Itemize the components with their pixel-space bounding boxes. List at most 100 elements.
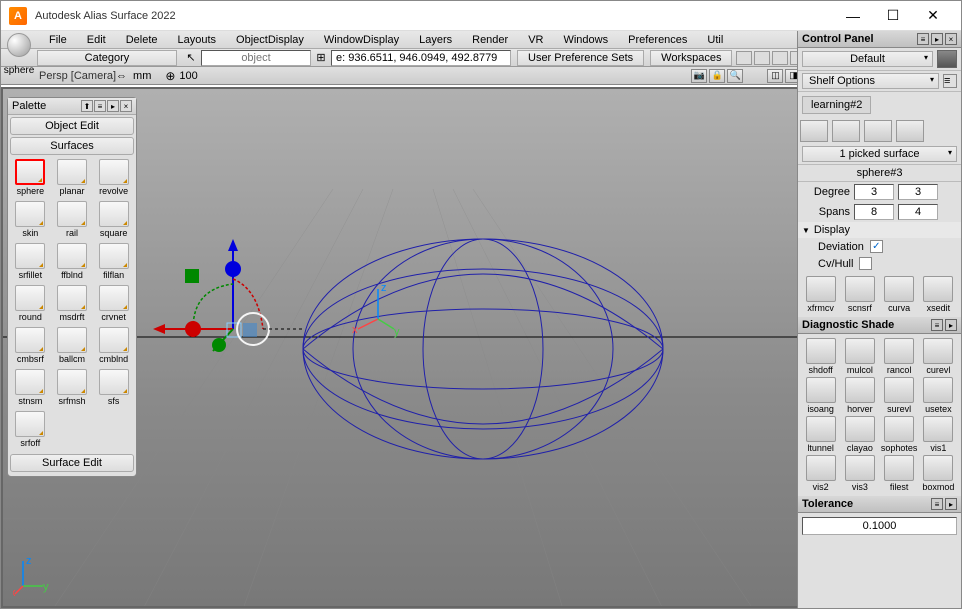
- palette-tool-ballcm[interactable]: ballcm: [52, 325, 93, 366]
- palette-tool-cmblnd[interactable]: cmblnd: [93, 325, 134, 366]
- palette-tool-rail[interactable]: rail: [52, 199, 93, 240]
- tol-expand-icon[interactable]: ▸: [945, 498, 957, 510]
- workspace-icon-2[interactable]: [754, 51, 770, 65]
- menu-objectdisplay[interactable]: ObjectDisplay: [226, 32, 314, 48]
- eval-tool-xfrmcv[interactable]: xfrmcv: [802, 276, 839, 313]
- coordinates-field[interactable]: e: 936.6511, 946.0949, 492.8779: [331, 50, 511, 66]
- shelf-icon-4[interactable]: [896, 120, 924, 142]
- maximize-button[interactable]: ☐: [873, 4, 913, 28]
- menu-vr[interactable]: VR: [518, 32, 553, 48]
- menu-render[interactable]: Render: [462, 32, 518, 48]
- palette-tool-planar[interactable]: planar: [52, 157, 93, 198]
- palette-expand-icon[interactable]: ▸: [107, 100, 119, 112]
- search-icon[interactable]: 🔍: [727, 69, 743, 83]
- palette-tool-srfoff[interactable]: srfoff: [10, 409, 51, 450]
- default-dropdown[interactable]: Default: [802, 51, 933, 67]
- palette-tool-sfs[interactable]: sfs: [93, 367, 134, 408]
- menu-layouts[interactable]: Layouts: [168, 32, 227, 48]
- menu-utilities[interactable]: Util: [697, 32, 733, 48]
- palette-close-icon[interactable]: ×: [120, 100, 132, 112]
- spans-u-field[interactable]: [854, 204, 894, 220]
- diag-tool-sophotes[interactable]: sophotes: [881, 416, 918, 453]
- palette-tool-srfmsh[interactable]: srfmsh: [52, 367, 93, 408]
- panel-opts-icon[interactable]: ≡: [917, 33, 929, 45]
- shelf-options-dropdown[interactable]: Shelf Options: [802, 73, 939, 89]
- diag-tool-surevl[interactable]: surevl: [881, 377, 918, 414]
- learning-tab[interactable]: learning#2: [802, 96, 871, 114]
- palette-tool-msdrft[interactable]: msdrft: [52, 283, 93, 324]
- workspace-icon-3[interactable]: [772, 51, 788, 65]
- diag-tool-rancol[interactable]: rancol: [881, 338, 918, 375]
- workspace-icon-1[interactable]: [736, 51, 752, 65]
- surfaces-section[interactable]: Surfaces: [10, 137, 134, 155]
- picked-surface-dropdown[interactable]: 1 picked surface: [802, 146, 957, 162]
- close-button[interactable]: ✕: [913, 4, 953, 28]
- palette-opts-icon[interactable]: ≡: [94, 100, 106, 112]
- category-dropdown[interactable]: Category: [37, 50, 177, 66]
- diag-tool-clayao[interactable]: clayao: [841, 416, 878, 453]
- menu-layers[interactable]: Layers: [409, 32, 462, 48]
- palette-tool-revolve[interactable]: revolve: [93, 157, 134, 198]
- shelf-icon-1[interactable]: [800, 120, 828, 142]
- eval-tool-curva[interactable]: curva: [881, 276, 918, 313]
- display-icon-1[interactable]: ◫: [767, 69, 783, 83]
- palette-tool-crvnet[interactable]: crvnet: [93, 283, 134, 324]
- degree-u-field[interactable]: [854, 184, 894, 200]
- minimize-button[interactable]: —: [833, 4, 873, 28]
- palette-tool-cmbsrf[interactable]: cmbsrf: [10, 325, 51, 366]
- scale-value[interactable]: 100: [179, 70, 197, 82]
- diag-tool-shdoff[interactable]: shdoff: [802, 338, 839, 375]
- camera-label[interactable]: Persp [Camera]: [39, 70, 116, 82]
- diag-tool-mulcol[interactable]: mulcol: [841, 338, 878, 375]
- diag-tool-usetex[interactable]: usetex: [920, 377, 957, 414]
- display-section[interactable]: Display: [798, 222, 961, 238]
- eval-tool-scnsrf[interactable]: scnsrf: [841, 276, 878, 313]
- diag-opts-icon[interactable]: ≡: [931, 319, 943, 331]
- palette-tool-ffblnd[interactable]: ffblnd: [52, 241, 93, 282]
- diag-tool-boxmod[interactable]: boxmod: [920, 455, 957, 492]
- palette-tool-square[interactable]: square: [93, 199, 134, 240]
- menu-preferences[interactable]: Preferences: [618, 32, 697, 48]
- palette-tool-stnsm[interactable]: stnsm: [10, 367, 51, 408]
- spans-v-field[interactable]: [898, 204, 938, 220]
- material-swatch-icon[interactable]: [937, 50, 957, 68]
- coord-mode-icon[interactable]: ⊞: [311, 51, 331, 64]
- palette-tool-skin[interactable]: skin: [10, 199, 51, 240]
- tolerance-field[interactable]: [802, 517, 957, 535]
- workspaces-button[interactable]: Workspaces: [650, 50, 732, 66]
- eval-tool-xsedit[interactable]: xsedit: [920, 276, 957, 313]
- palette-tool-sphere[interactable]: sphere: [10, 157, 51, 198]
- object-edit-section[interactable]: Object Edit: [10, 117, 134, 135]
- surface-edit-section[interactable]: Surface Edit: [10, 454, 134, 472]
- menu-edit[interactable]: Edit: [77, 32, 116, 48]
- tol-opts-icon[interactable]: ≡: [931, 498, 943, 510]
- panel-expand-icon[interactable]: ▸: [931, 33, 943, 45]
- palette-tool-filflan[interactable]: filflan: [93, 241, 134, 282]
- lock-icon[interactable]: 🔒: [709, 69, 725, 83]
- shelf-opts-icon[interactable]: ≡: [943, 74, 957, 88]
- palette-tool-srfillet[interactable]: srfillet: [10, 241, 51, 282]
- diag-tool-vis2[interactable]: vis2: [802, 455, 839, 492]
- diag-expand-icon[interactable]: ▸: [945, 319, 957, 331]
- cvhull-checkbox[interactable]: [859, 257, 872, 270]
- shelf-icon-2[interactable]: [832, 120, 860, 142]
- deviation-checkbox[interactable]: [870, 240, 883, 253]
- menu-delete[interactable]: Delete: [116, 32, 168, 48]
- object-name-field[interactable]: [201, 50, 311, 66]
- diag-tool-isoang[interactable]: isoang: [802, 377, 839, 414]
- diag-tool-vis1[interactable]: vis1: [920, 416, 957, 453]
- menu-windowdisplay[interactable]: WindowDisplay: [314, 32, 409, 48]
- diag-tool-horver[interactable]: horver: [841, 377, 878, 414]
- menu-windows[interactable]: Windows: [553, 32, 618, 48]
- degree-v-field[interactable]: [898, 184, 938, 200]
- diag-tool-curevl[interactable]: curevl: [920, 338, 957, 375]
- axis-widget[interactable]: z y x: [13, 556, 53, 596]
- palette-tool-round[interactable]: round: [10, 283, 51, 324]
- camera-icon[interactable]: 📷: [691, 69, 707, 83]
- diag-tool-ltunnel[interactable]: ltunnel: [802, 416, 839, 453]
- shelf-icon-3[interactable]: [864, 120, 892, 142]
- menu-file[interactable]: File: [39, 32, 77, 48]
- palette-pin-icon[interactable]: ⬆: [81, 100, 93, 112]
- user-preference-sets-button[interactable]: User Preference Sets: [517, 50, 644, 66]
- diag-tool-vis3[interactable]: vis3: [841, 455, 878, 492]
